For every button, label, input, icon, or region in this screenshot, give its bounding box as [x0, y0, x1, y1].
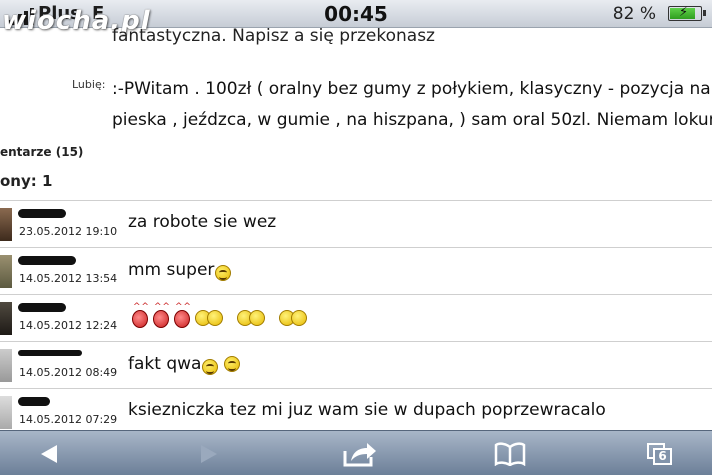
likes-line: :-PWitam . 100zł ( oralny bez gumy z poł…: [112, 79, 711, 99]
comment-body: za robote sie wez: [128, 212, 277, 232]
avatar[interactable]: [0, 396, 12, 429]
back-button[interactable]: [20, 431, 80, 475]
comment-row: 14.05.2012 07:29 ksiezniczka tez mi juz …: [0, 388, 712, 429]
pages-icon: 6: [647, 442, 673, 465]
laughing-icon: [237, 310, 267, 326]
comment-text: mm super: [128, 259, 232, 281]
comment-row: 14.05.2012 12:24: [0, 294, 712, 341]
forward-icon: [201, 444, 217, 463]
comment-text: ksiezniczka tez mi juz wam sie w dupach …: [128, 400, 606, 420]
profile-description-tail: fantastyczna. Napisz a się przekonasz: [112, 26, 435, 46]
comment-row: 14.05.2012 08:49 fakt qwa: [0, 341, 712, 388]
pages-count: 6: [653, 447, 672, 465]
smiley-icon: [224, 356, 241, 372]
avatar[interactable]: [0, 302, 12, 335]
comment-text: za robote sie wez: [128, 212, 276, 232]
smiley-icon: [215, 265, 232, 281]
comment-date: 23.05.2012 19:10: [19, 225, 118, 238]
laughing-icon: [279, 310, 309, 326]
devil-icon: [132, 302, 148, 328]
laughing-icon: [195, 310, 225, 326]
comment-date: 14.05.2012 13:54: [19, 272, 118, 285]
charging-bolt-icon: ⚡: [679, 5, 689, 20]
comments-list: 23.05.2012 19:10 za robote sie wez 14.05…: [0, 200, 712, 429]
comment-text: fakt qwa: [128, 353, 241, 375]
share-button[interactable]: [330, 431, 390, 475]
author-name-redacted[interactable]: [18, 209, 66, 218]
avatar[interactable]: [0, 208, 12, 241]
status-bar: Plus E wiocha.pl 00:45 82 % ⚡: [0, 0, 712, 36]
clock: 00:45: [324, 2, 388, 26]
comments-heading: entarze (15): [0, 145, 84, 159]
avatar[interactable]: [0, 255, 12, 288]
battery-percentage: 82 %: [612, 4, 656, 24]
likes-line: pieska , jeźdzca, w gumie , na hiszpana,…: [112, 110, 712, 130]
pages-button[interactable]: 6: [630, 431, 690, 475]
devil-icon: [174, 302, 190, 328]
devil-icon: [153, 302, 169, 328]
author-name-redacted[interactable]: [18, 256, 76, 265]
comment-body: mm super: [128, 260, 215, 280]
avatar[interactable]: [0, 349, 12, 382]
comment-body: ksiezniczka tez mi juz wam sie w dupach …: [128, 400, 606, 420]
author-name-redacted[interactable]: [18, 303, 66, 312]
bookmarks-icon: [494, 441, 526, 466]
author-name-redacted[interactable]: [18, 397, 50, 406]
likes-text: :-PWitam . 100zł ( oralny bez gumy z poł…: [112, 74, 712, 136]
battery-fill: ⚡: [670, 5, 695, 20]
back-icon: [41, 444, 57, 463]
comment-date: 14.05.2012 12:24: [19, 319, 118, 332]
comment-body: fakt qwa: [128, 354, 202, 374]
forward-button[interactable]: [178, 431, 238, 475]
comment-date: 14.05.2012 08:49: [19, 366, 118, 379]
comment-text: [132, 302, 309, 328]
comment-date: 14.05.2012 07:29: [19, 413, 118, 426]
comment-row: 14.05.2012 13:54 mm super: [0, 247, 712, 294]
bookmarks-button[interactable]: [480, 431, 540, 475]
author-name-redacted[interactable]: [18, 350, 82, 356]
browser-toolbar: 6: [0, 430, 712, 475]
likes-label: Lubię:: [72, 78, 106, 91]
pagination-label[interactable]: ony: 1: [0, 172, 52, 190]
battery-icon: ⚡: [668, 5, 706, 21]
comment-row: 23.05.2012 19:10 za robote sie wez: [0, 200, 712, 247]
share-icon: [343, 442, 376, 466]
smiley-icon: [202, 359, 219, 375]
